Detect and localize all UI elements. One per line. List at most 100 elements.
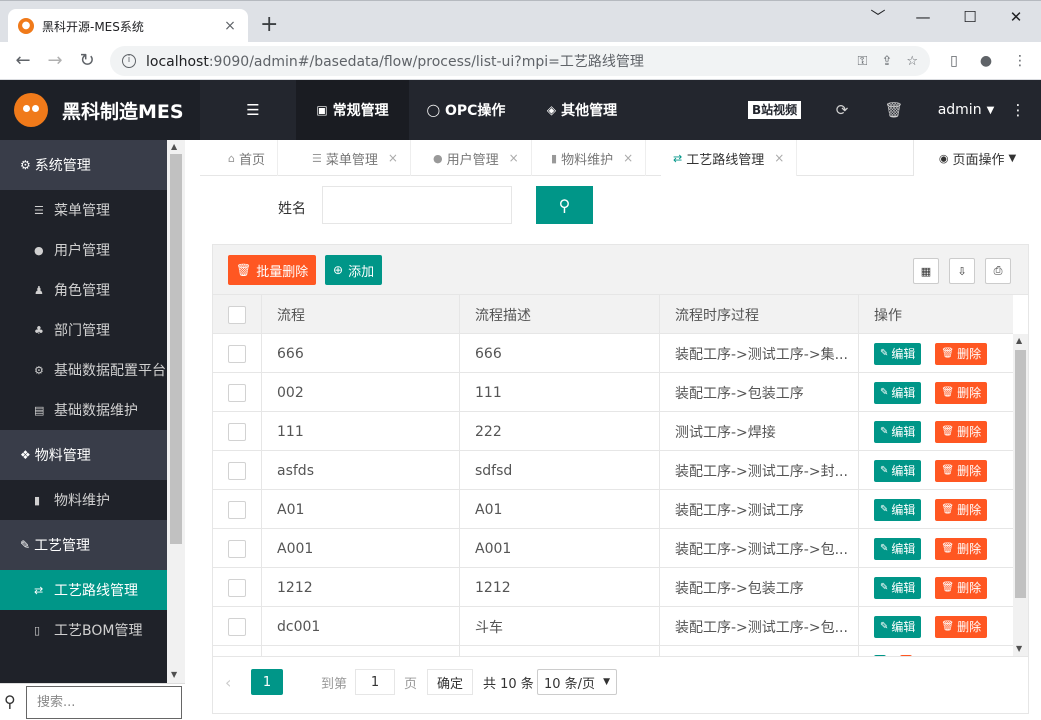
refresh-icon[interactable]: ⟳ [830, 80, 854, 140]
row-checkbox[interactable] [228, 383, 246, 402]
delete-button[interactable]: 🗑 删除 [935, 459, 988, 482]
sidebar-item-menu[interactable]: ☰ 菜单管理 [0, 190, 167, 230]
sidebar-item-process-route[interactable]: ⇄ 工艺路线管理 [0, 570, 167, 610]
table-scrollbar[interactable]: ▲ ▼ [1013, 334, 1028, 656]
sidebar-scrollbar[interactable]: ▲ ▼ [167, 140, 185, 683]
back-arrow-icon[interactable]: ← [10, 48, 36, 74]
filter-name-input[interactable] [322, 186, 512, 224]
row-checkbox[interactable] [228, 539, 246, 558]
close-icon[interactable]: × [509, 151, 519, 165]
nav-regular-management[interactable]: ▣ 常规管理 [296, 80, 409, 140]
tab-material-maintain[interactable]: ▮ 物料维护 × [539, 140, 647, 176]
row-checkbox[interactable] [228, 461, 246, 480]
scroll-up-icon[interactable]: ▲ [171, 142, 177, 151]
columns-filter-icon[interactable]: ▦ [913, 258, 939, 284]
close-icon[interactable]: × [388, 151, 398, 165]
sidebar-item-base-data-maintain[interactable]: ▤ 基础数据维护 [0, 390, 167, 430]
batch-delete-button[interactable]: 🗑 批量删除 [228, 255, 317, 285]
tab-home[interactable]: ⌂ 首页 [216, 140, 278, 176]
share-icon[interactable]: ⇪ [881, 54, 892, 69]
scroll-up-icon[interactable]: ▲ [1016, 336, 1022, 345]
bookmark-star-icon[interactable]: ☆ [906, 54, 918, 69]
column-header-description[interactable]: 流程描述 [460, 295, 660, 334]
sidebar-item-base-data-config[interactable]: ⚙ 基础数据配置平台 [0, 350, 167, 390]
row-checkbox[interactable] [228, 578, 246, 597]
address-bar[interactable]: i localhost:9090/admin#/basedata/flow/pr… [110, 46, 930, 76]
sidebar-group-system[interactable]: ⚙ 系统管理 [0, 140, 167, 190]
edit-button[interactable]: ✎ 编辑 [874, 576, 922, 599]
app-logo[interactable]: 黑科制造MES [0, 80, 200, 140]
close-icon[interactable]: × [774, 151, 784, 165]
column-header-flow[interactable]: 流程 [262, 295, 460, 334]
menu-toggle-icon[interactable]: ☰ [236, 80, 270, 140]
sidebar-group-material[interactable]: ❖ 物料管理 [0, 430, 167, 480]
sidebar-item-users[interactable]: ● 用户管理 [0, 230, 167, 270]
forward-arrow-icon[interactable]: → [42, 48, 68, 74]
browser-menu-icon[interactable]: ⋮ [1008, 50, 1032, 72]
nav-other-management[interactable]: ◈ 其他管理 [534, 80, 630, 140]
window-minimize-button[interactable]: — [900, 5, 946, 29]
tab-process-route[interactable]: ⇄ 工艺路线管理 × [661, 140, 798, 176]
column-header-sequence[interactable]: 流程时序过程 [660, 295, 859, 334]
edit-button[interactable]: ✎ 编辑 [874, 420, 922, 443]
edit-button[interactable]: ✎ 编辑 [874, 498, 922, 521]
scrollbar-thumb[interactable] [1015, 350, 1026, 598]
print-icon[interactable]: ⎙ [985, 258, 1011, 284]
close-tab-icon[interactable]: × [222, 18, 238, 34]
sidebar-item-material-maintain[interactable]: ▮ 物料维护 [0, 480, 167, 520]
user-menu[interactable]: admin ▼ [930, 80, 1002, 140]
delete-button[interactable]: 🗑 删除 [935, 498, 988, 521]
page-operations-dropdown[interactable]: ◉ 页面操作 ▼ [913, 140, 1041, 176]
row-checkbox[interactable] [228, 344, 246, 363]
minimize-icon[interactable]: ﹀ [855, 5, 901, 29]
profile-avatar-icon[interactable]: ● [974, 50, 998, 72]
close-icon[interactable]: × [623, 151, 633, 165]
reload-icon[interactable]: ↻ [74, 48, 100, 74]
tab-user-management[interactable]: ● 用户管理 × [421, 140, 532, 176]
page-size-select[interactable]: 10 条/页 ▼ [537, 669, 617, 695]
tab-menu-management[interactable]: ☰ 菜单管理 × [300, 140, 411, 176]
sidebar-item-process-bom[interactable]: ▯ 工艺BOM管理 [0, 610, 167, 650]
new-tab-button[interactable]: + [260, 13, 278, 37]
nav-opc-operation[interactable]: ◯ OPC操作 [418, 80, 514, 140]
sidepanel-icon[interactable]: ▯ [942, 50, 966, 72]
row-checkbox[interactable] [228, 617, 246, 636]
edit-button[interactable]: ✎ 编辑 [874, 615, 922, 638]
sidebar-item-departments[interactable]: ♣ 部门管理 [0, 310, 167, 350]
sidebar-group-process[interactable]: ✎ 工艺管理 [0, 520, 167, 570]
delete-button[interactable]: 🗑 删除 [935, 342, 988, 365]
row-checkbox[interactable] [228, 500, 246, 519]
edit-button[interactable]: ✎ 编辑 [874, 342, 922, 365]
url-text[interactable]: localhost:9090/admin#/basedata/flow/proc… [146, 51, 844, 71]
edit-button[interactable]: ✎ 编辑 [874, 537, 922, 560]
sidebar-item-roles[interactable]: ♟ 角色管理 [0, 270, 167, 310]
site-info-icon[interactable]: i [122, 54, 136, 68]
export-icon[interactable]: ⇩ [949, 258, 975, 284]
prev-page-icon[interactable]: ‹ [225, 669, 231, 695]
key-icon[interactable]: ⚿ [858, 54, 868, 69]
edit-button[interactable]: ✎ 编辑 [874, 381, 922, 404]
scrollbar-thumb[interactable] [170, 154, 182, 544]
row-checkbox[interactable] [228, 422, 246, 441]
delete-button[interactable]: 🗑 删除 [935, 381, 988, 404]
window-maximize-button[interactable]: ☐ [947, 5, 993, 29]
trash-icon[interactable]: 🗑 [882, 80, 906, 140]
more-vertical-icon[interactable]: ⋮ [1006, 80, 1030, 140]
add-button[interactable]: ⊕ 添加 [325, 255, 383, 285]
search-button[interactable]: ⚲ [536, 186, 593, 224]
delete-button[interactable]: 🗑 删除 [935, 537, 988, 560]
select-all-checkbox[interactable] [228, 305, 246, 324]
goto-page-input[interactable]: 1 [355, 669, 395, 695]
current-page[interactable]: 1 [251, 669, 283, 695]
delete-button[interactable]: 🗑 删除 [935, 420, 988, 443]
bilibili-video-button[interactable]: B站视频 [748, 101, 802, 119]
scroll-down-icon[interactable]: ▼ [171, 670, 177, 679]
scroll-down-icon[interactable]: ▼ [1016, 644, 1022, 653]
goto-confirm-button[interactable]: 确定 [427, 669, 473, 695]
window-close-button[interactable]: ✕ [993, 5, 1039, 29]
delete-button[interactable]: 🗑 删除 [935, 576, 988, 599]
delete-button[interactable]: 🗑 删除 [935, 615, 988, 638]
sidebar-search-input[interactable] [26, 686, 182, 719]
edit-button[interactable]: ✎ 编辑 [874, 459, 922, 482]
browser-tab[interactable]: ● 黑科开源-MES系统 × [8, 9, 248, 43]
